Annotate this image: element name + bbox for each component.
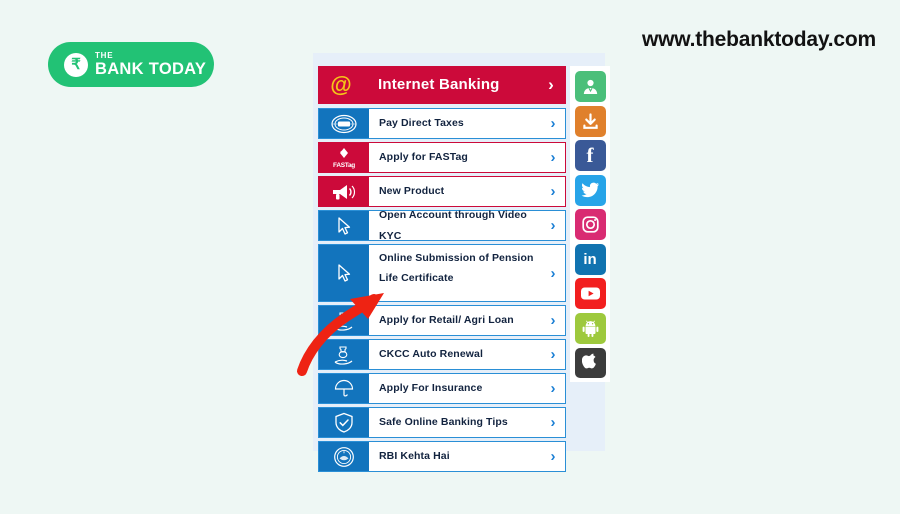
chevron-right-icon: › [550, 217, 556, 234]
hand-money-icon [319, 306, 369, 335]
menu-item-label: Open Account through Video KYC [379, 209, 527, 242]
menu-item-label: Pay Direct Taxes [379, 117, 464, 130]
menu-item-label: Safe Online Banking Tips [379, 416, 508, 429]
shield-check-icon [319, 408, 369, 437]
menu-item-pay-direct-taxes[interactable]: Pay Direct Taxes › [318, 108, 566, 139]
apple-icon[interactable] [574, 347, 606, 379]
menu-item-label: Apply For Insurance [379, 382, 483, 395]
menu-item-label: Online Submission of Pension Life Certif… [379, 252, 534, 285]
menu-item-safe-online-banking-tips[interactable]: Safe Online Banking Tips › [318, 407, 566, 438]
instagram-icon[interactable] [574, 209, 606, 241]
menu-item-internet-banking[interactable]: @ Internet Banking › [318, 66, 566, 104]
chevron-right-icon: › [550, 448, 556, 465]
logo-the-text: THE [95, 50, 114, 60]
chevron-right-icon: › [548, 75, 554, 94]
chevron-right-icon: › [550, 380, 556, 397]
android-icon[interactable] [574, 312, 606, 344]
chevron-right-icon: › [550, 115, 556, 132]
menu-item-apply-retail-agri-loan[interactable]: Apply for Retail/ Agri Loan › [318, 305, 566, 336]
menu-item-apply-for-insurance[interactable]: Apply For Insurance › [318, 373, 566, 404]
menu-item-label: RBI Kehta Hai [379, 450, 450, 463]
facebook-glyph: f [586, 143, 594, 168]
menu-item-label: Apply for Retail/ Agri Loan [379, 314, 514, 327]
menu-item-label: Apply for FASTag [379, 151, 468, 164]
menu-item-open-account-video-kyc[interactable]: Open Account through Video KYC › [318, 209, 566, 242]
chevron-right-icon: › [550, 346, 556, 363]
hand-money-icon [319, 340, 369, 369]
youtube-icon[interactable] [574, 278, 606, 310]
linkedin-glyph: in [583, 250, 597, 268]
fastag-logo-icon: FASTag [319, 143, 369, 172]
cursor-arrow-icon [319, 245, 369, 301]
rupee-coin-icon: ₹ [64, 52, 88, 77]
menu-item-new-product[interactable]: New Product › [318, 176, 566, 207]
chevron-right-icon: › [550, 414, 556, 431]
logo-name-text: BANK TODAY [95, 59, 207, 78]
site-logo: ₹ THE BANK TODAY [48, 42, 214, 87]
megaphone-icon [319, 177, 369, 206]
chevron-right-icon: › [550, 264, 556, 282]
tax-emblem-icon [319, 109, 369, 138]
facebook-icon[interactable]: f [574, 140, 606, 172]
site-url-text: www.thebanktoday.com [641, 28, 876, 51]
umbrella-icon [319, 374, 369, 403]
chevron-right-icon: › [550, 312, 556, 329]
chevron-right-icon: › [550, 149, 556, 166]
quick-links-panel: @ Internet Banking › Pay Direct Taxes › [313, 53, 605, 472]
menu-item-ckcc-auto-renewal[interactable]: CKCC Auto Renewal › [318, 339, 566, 370]
menu-item-rbi-kehta-hai[interactable]: RBI Kehta Hai › [318, 441, 566, 472]
linkedin-icon[interactable]: in [574, 243, 606, 275]
twitter-icon[interactable] [574, 174, 606, 206]
download-icon[interactable] [574, 105, 606, 137]
svg-text:FASTag: FASTag [333, 162, 355, 169]
cursor-arrow-icon [319, 211, 369, 240]
at-symbol-icon: @ [330, 72, 352, 97]
logo-wordmark: THE BANK TODAY [95, 50, 207, 78]
customer-portal-icon[interactable] [574, 71, 606, 102]
chevron-right-icon: › [550, 183, 556, 200]
menu-item-apply-for-fastag[interactable]: FASTag Apply for FASTag › [318, 142, 566, 173]
rbi-emblem-icon [319, 442, 369, 471]
menu-item-label: CKCC Auto Renewal [379, 348, 483, 361]
quick-links-menu: @ Internet Banking › Pay Direct Taxes › [318, 66, 566, 475]
menu-item-label: New Product [379, 185, 445, 198]
social-links-strip: f in [570, 66, 610, 382]
menu-item-pension-life-certificate[interactable]: Online Submission of Pension Life Certif… [318, 244, 566, 302]
menu-item-label: Internet Banking [378, 76, 500, 94]
